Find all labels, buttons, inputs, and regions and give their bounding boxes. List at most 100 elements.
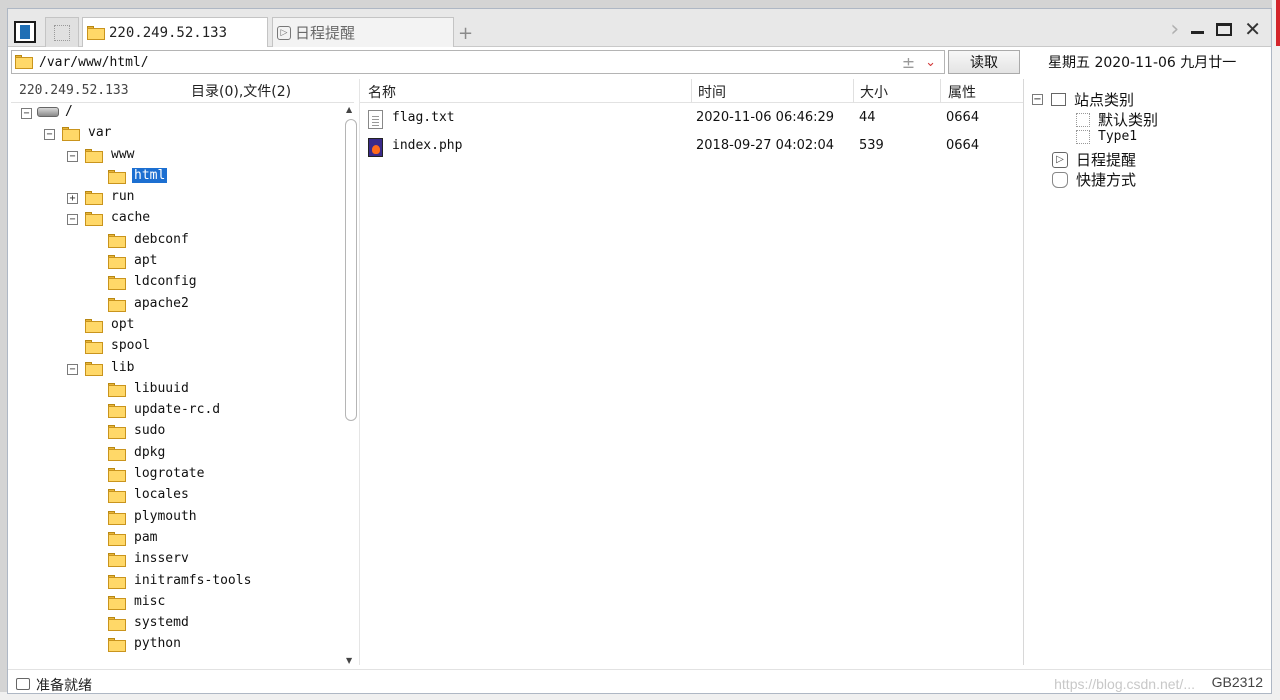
tree-item[interactable]: apache2 [11, 295, 343, 316]
tree-item-label: insserv [134, 551, 189, 567]
tree-item[interactable]: systemd [11, 614, 343, 635]
tree-item-label: / [65, 104, 73, 119]
tree-item-label: initramfs-tools [134, 572, 252, 588]
tree-item[interactable]: dpkg [11, 444, 343, 465]
tree-item[interactable]: − lib [11, 359, 343, 380]
tree-item[interactable]: logrotate [11, 465, 343, 486]
tree-item-label: systemd [134, 615, 189, 631]
folder-icon [108, 489, 126, 504]
tree-item[interactable]: − www [11, 146, 343, 167]
collapse-toggle-icon[interactable]: − [1032, 94, 1043, 105]
folder-icon [85, 148, 103, 163]
site-category-label: 站点类别 [1074, 91, 1135, 109]
minimize-icon[interactable] [1191, 30, 1205, 34]
file-name: flag.txt [392, 110, 455, 125]
file-size: 44 [859, 110, 876, 125]
file-row[interactable]: index.php 2018-09-27 04:02:04 539 0664 [360, 131, 1023, 159]
tree-scrollbar[interactable]: ▲ ▼ [344, 105, 358, 665]
expand-toggle-icon[interactable]: + [67, 193, 78, 205]
scroll-up-icon[interactable]: ▲ [346, 105, 352, 114]
collapse-toggle-icon[interactable]: − [67, 150, 78, 162]
folder-icon [108, 169, 126, 184]
tree-item-label: www [111, 146, 135, 162]
background-app-edge [1272, 0, 1280, 700]
folder-icon [108, 255, 126, 270]
tree-item[interactable]: update-rc.d [11, 401, 343, 422]
tree-item[interactable]: insserv [11, 550, 343, 571]
column-size[interactable]: 大小 [860, 82, 888, 102]
schedule-icon: ▷ [277, 25, 291, 40]
blank-tab-icon [54, 24, 70, 41]
hand-icon [1052, 171, 1068, 188]
site-category-item[interactable]: − 站点类别 [1032, 89, 1134, 110]
item-icon [1076, 129, 1090, 144]
column-name[interactable]: 名称 [368, 82, 396, 102]
collapse-toggle-icon[interactable]: − [44, 129, 55, 141]
shortcuts-item[interactable]: 快捷方式 [1052, 169, 1136, 190]
tab-schedule-label: 日程提醒 [295, 24, 356, 42]
folder-icon [108, 553, 126, 568]
folder-icon [87, 25, 105, 40]
type1-item[interactable]: Type1 [1076, 129, 1137, 144]
file-row[interactable]: flag.txt 2020-11-06 06:46:29 44 0664 [360, 103, 1023, 131]
tree-item[interactable]: libuuid [11, 380, 343, 401]
file-list: 名称 时间 大小 属性 flag.txt 2020-11-06 06:46:29 4… [359, 79, 1023, 665]
php-file-icon [368, 138, 383, 157]
tree-item-label: logrotate [134, 466, 205, 482]
path-input[interactable] [39, 54, 896, 70]
encoding-label[interactable]: GB2312 [1212, 674, 1263, 690]
default-category-item[interactable]: 默认类别 [1076, 109, 1158, 130]
tree-item[interactable]: ldconfig [11, 273, 343, 294]
address-bar: ± ⌄ [11, 50, 945, 74]
tree-item[interactable]: sudo [11, 422, 343, 443]
tree-item[interactable]: apt [11, 252, 343, 273]
tree-item-label: debconf [134, 231, 189, 247]
tab-host[interactable]: 220.249.52.133 [82, 17, 268, 47]
tree-item[interactable]: spool [11, 337, 343, 358]
tree-item[interactable]: plymouth [11, 508, 343, 529]
tree-item[interactable]: opt [11, 316, 343, 337]
tree-item[interactable]: − cache [11, 209, 343, 230]
tree-item[interactable]: html [11, 167, 343, 188]
tree-item[interactable]: locales [11, 486, 343, 507]
tree-item[interactable]: + run [11, 188, 343, 209]
maximize-icon[interactable] [1216, 22, 1233, 36]
collapse-toggle-icon[interactable]: − [67, 363, 78, 375]
scroll-down-icon[interactable]: ▼ [346, 656, 352, 665]
schedule-item[interactable]: ▷ 日程提醒 [1052, 149, 1136, 170]
tree-item[interactable]: − / [11, 103, 343, 124]
tree-item[interactable]: − var [11, 124, 343, 145]
file-attr: 0664 [946, 110, 980, 125]
tree-item-label: locales [134, 487, 189, 503]
tree-item-label: update-rc.d [134, 402, 221, 418]
tab-bar: 220.249.52.133 ▷ 日程提醒 + › ✕ [8, 9, 1271, 47]
add-tab-button[interactable]: + [458, 23, 473, 44]
close-icon[interactable]: ✕ [1244, 19, 1261, 39]
item-icon [1076, 112, 1090, 127]
category-icon [1051, 93, 1066, 106]
default-category-label: 默认类别 [1098, 111, 1159, 129]
tab-schedule[interactable]: ▷ 日程提醒 [272, 17, 454, 47]
chevron-down-icon[interactable]: ⌄ [925, 55, 936, 70]
tree-item-label: opt [111, 316, 135, 332]
tree-item[interactable]: pam [11, 529, 343, 550]
chevron-right-icon[interactable]: › [1170, 17, 1179, 42]
tree-item-label: html [132, 167, 168, 183]
tree-item[interactable]: python [11, 635, 343, 656]
tree-item[interactable]: debconf [11, 231, 343, 252]
sidebar-toggle-icon[interactable] [14, 21, 36, 43]
tree-item[interactable]: misc [11, 593, 343, 614]
collapse-toggle-icon[interactable]: − [67, 214, 78, 226]
tree-item-label: libuuid [134, 380, 189, 396]
collapse-toggle-icon[interactable]: − [21, 108, 32, 119]
column-attr[interactable]: 属性 [948, 82, 976, 102]
read-button[interactable]: 读取 [948, 50, 1020, 74]
scroll-thumb[interactable] [345, 119, 357, 421]
column-time[interactable]: 时间 [698, 82, 726, 102]
text-file-icon [368, 110, 383, 129]
file-time: 2020-11-06 06:46:29 [696, 110, 835, 125]
tab-blank[interactable] [45, 17, 79, 47]
plus-minus-icon[interactable]: ± [902, 53, 915, 72]
shortcuts-label: 快捷方式 [1076, 171, 1137, 189]
tree-item[interactable]: initramfs-tools [11, 572, 343, 593]
